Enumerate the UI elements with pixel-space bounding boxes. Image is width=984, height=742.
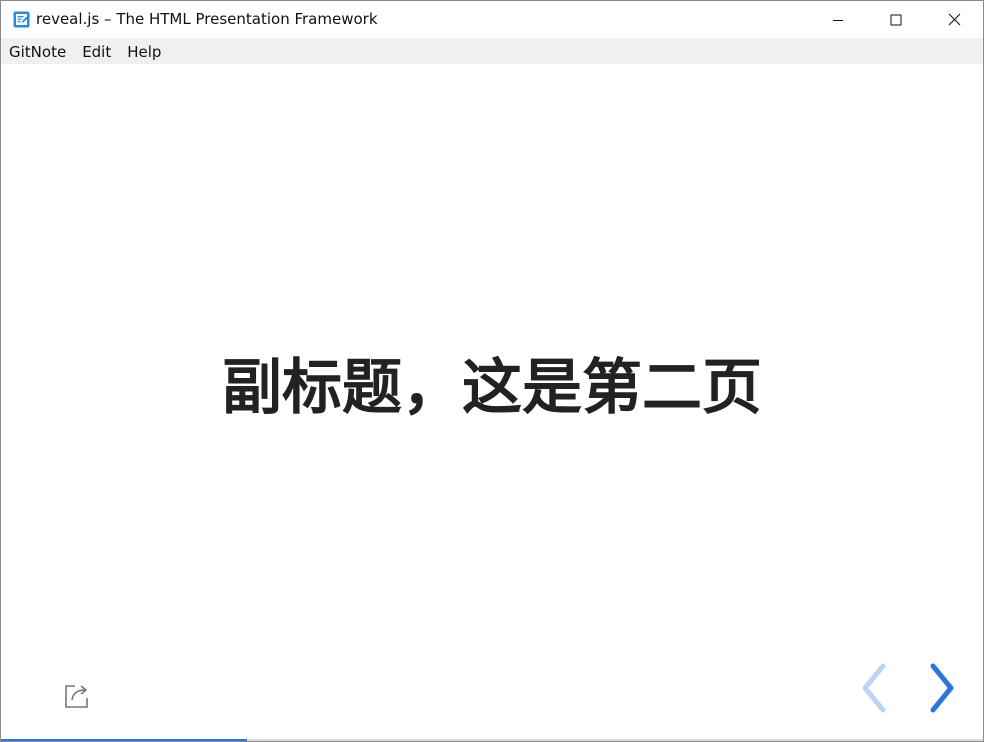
chevron-right-icon	[921, 663, 961, 718]
maximize-icon	[890, 14, 902, 26]
title-bar[interactable]: reveal.js – The HTML Presentation Framew…	[1, 1, 983, 38]
maximize-button[interactable]	[867, 1, 925, 38]
edit-note-icon	[13, 11, 30, 28]
share-button[interactable]	[61, 680, 93, 712]
close-button[interactable]	[925, 1, 983, 38]
minimize-icon	[832, 14, 844, 26]
menu-bar: GitNote Edit Help	[1, 38, 983, 64]
minimize-button[interactable]	[809, 1, 867, 38]
prev-slide-button[interactable]	[853, 662, 893, 714]
menu-item-gitnote[interactable]: GitNote	[1, 38, 74, 64]
menu-item-edit[interactable]: Edit	[74, 38, 119, 64]
window-title: reveal.js – The HTML Presentation Framew…	[36, 10, 378, 28]
menu-item-help[interactable]: Help	[119, 38, 169, 64]
next-slide-button[interactable]	[921, 662, 961, 714]
presentation-viewport[interactable]: 副标题，这是第二页	[1, 64, 983, 741]
close-icon	[948, 13, 961, 26]
chevron-left-icon	[853, 663, 893, 718]
slide-heading: 副标题，这是第二页	[222, 353, 762, 423]
app-window: reveal.js – The HTML Presentation Framew…	[0, 0, 984, 742]
share-icon	[61, 685, 93, 716]
